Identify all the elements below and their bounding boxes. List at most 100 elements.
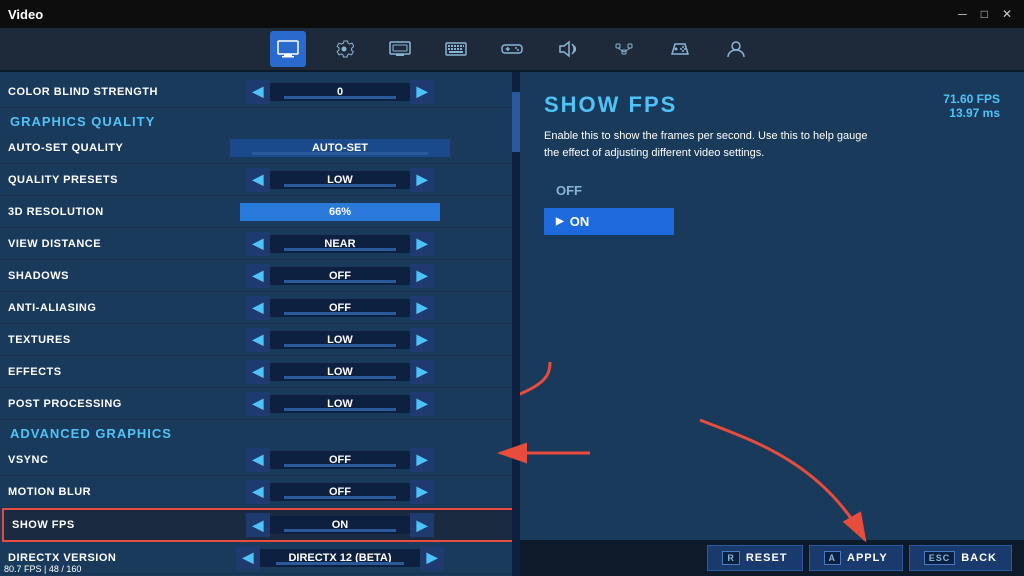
- value-auto-set[interactable]: AUTO-SET: [230, 139, 450, 157]
- arrow-left-view-distance[interactable]: ◀: [246, 232, 270, 256]
- arrow-left-motion-blur[interactable]: ◀: [246, 480, 270, 504]
- scrollbar[interactable]: [512, 72, 520, 576]
- back-label: BACK: [961, 552, 997, 564]
- value-vsync: OFF: [270, 451, 410, 469]
- arrow-left-quality-presets[interactable]: ◀: [246, 168, 270, 192]
- setting-control-view-distance: ◀ NEAR ▶: [168, 232, 512, 256]
- arrow-left-color-blind[interactable]: ◀: [246, 80, 270, 104]
- arrow-left-vsync[interactable]: ◀: [246, 448, 270, 472]
- arrow-left-directx[interactable]: ◀: [236, 546, 260, 570]
- setting-control-motion-blur: ◀ OFF ▶: [168, 480, 512, 504]
- value-shadows: OFF: [270, 267, 410, 285]
- back-button[interactable]: ESC BACK: [909, 545, 1012, 571]
- arrow-left-effects[interactable]: ◀: [246, 360, 270, 384]
- setting-label-3d-resolution: 3D RESOLUTION: [8, 206, 168, 218]
- arrow-left-shadows[interactable]: ◀: [246, 264, 270, 288]
- arrow-left-post-processing[interactable]: ◀: [246, 392, 270, 416]
- value-anti-aliasing: OFF: [270, 299, 410, 317]
- setting-control-3d-resolution: 66%: [168, 203, 512, 221]
- fps-value: 71.60 FPS: [943, 92, 1000, 106]
- setting-control-effects: ◀ LOW ▶: [168, 360, 512, 384]
- nav-display[interactable]: [382, 31, 418, 67]
- nav-network[interactable]: [606, 31, 642, 67]
- value-color-blind: 0: [270, 83, 410, 101]
- nav-bar: [0, 28, 1024, 72]
- arrow-right-effects[interactable]: ▶: [410, 360, 434, 384]
- detail-panel: SHOW FPS Enable this to show the frames …: [520, 72, 1024, 576]
- setting-label-auto-set: AUTO-SET QUALITY: [8, 142, 168, 154]
- arrow-right-textures[interactable]: ▶: [410, 328, 434, 352]
- nav-gamepad[interactable]: [494, 31, 530, 67]
- setting-control-show-fps: ◀ ON ▶: [172, 513, 508, 537]
- setting-auto-set-quality: AUTO-SET QUALITY AUTO-SET: [0, 132, 520, 164]
- setting-motion-blur: MOTION BLUR ◀ OFF ▶: [0, 476, 520, 508]
- setting-label-view-distance: VIEW DISTANCE: [8, 238, 168, 250]
- setting-shadows: SHADOWS ◀ OFF ▶: [0, 260, 520, 292]
- section-header-advanced-graphics: ADVANCED GRAPHICS: [0, 420, 520, 444]
- value-post-processing: LOW: [270, 395, 410, 413]
- nav-audio[interactable]: [550, 31, 586, 67]
- arrow-right-anti-aliasing[interactable]: ▶: [410, 296, 434, 320]
- setting-label-directx: DIRECTX VERSION: [8, 552, 168, 564]
- section-header-graphics-quality: GRAPHICS QUALITY: [0, 108, 520, 132]
- main-content: COLOR BLIND STRENGTH ◀ 0 ▶ GRAPHICS QUAL…: [0, 72, 1024, 576]
- setting-control-directx: ◀ DIRECTX 12 (BETA) ▶: [168, 546, 512, 570]
- arrow-left-anti-aliasing[interactable]: ◀: [246, 296, 270, 320]
- arrow-right-vsync[interactable]: ▶: [410, 448, 434, 472]
- apply-key: A: [824, 551, 842, 565]
- setting-control-vsync: ◀ OFF ▶: [168, 448, 512, 472]
- value-show-fps: ON: [270, 516, 410, 534]
- back-key: ESC: [924, 551, 956, 565]
- nav-monitor[interactable]: [270, 31, 306, 67]
- value-view-distance: NEAR: [270, 235, 410, 253]
- fps-stats: 71.60 FPS 13.97 ms: [943, 92, 1000, 120]
- apply-label: APPLY: [847, 552, 888, 564]
- nav-user[interactable]: [718, 31, 754, 67]
- setting-anti-aliasing: ANTI-ALIASING ◀ OFF ▶: [0, 292, 520, 324]
- setting-label-shadows: SHADOWS: [8, 270, 168, 282]
- nav-keyboard[interactable]: [438, 31, 474, 67]
- title-bar: Video ─ □ ✕: [0, 0, 1024, 28]
- reset-button[interactable]: R RESET: [707, 545, 802, 571]
- option-on[interactable]: ON: [544, 208, 674, 235]
- window-title: Video: [8, 7, 43, 22]
- setting-3d-resolution: 3D RESOLUTION 66%: [0, 196, 520, 228]
- setting-label-post-processing: POST PROCESSING: [8, 398, 168, 410]
- scroll-thumb[interactable]: [512, 92, 520, 152]
- setting-label-motion-blur: MOTION BLUR: [8, 486, 168, 498]
- setting-control-shadows: ◀ OFF ▶: [168, 264, 512, 288]
- arrow-right-show-fps[interactable]: ▶: [410, 513, 434, 537]
- setting-color-blind-strength: COLOR BLIND STRENGTH ◀ 0 ▶: [0, 76, 520, 108]
- arrow-right-color-blind[interactable]: ▶: [410, 80, 434, 104]
- window-controls[interactable]: ─ □ ✕: [954, 7, 1016, 21]
- option-off[interactable]: OFF: [544, 177, 1000, 204]
- arrow-right-quality-presets[interactable]: ▶: [410, 168, 434, 192]
- nav-controller[interactable]: [662, 31, 698, 67]
- arrow-right-directx[interactable]: ▶: [420, 546, 444, 570]
- fps-counter: 80.7 FPS | 48 / 160: [4, 564, 81, 574]
- apply-button[interactable]: A APPLY: [809, 545, 903, 571]
- arrow-right-post-processing[interactable]: ▶: [410, 392, 434, 416]
- setting-textures: TEXTURES ◀ LOW ▶: [0, 324, 520, 356]
- arrow-left-show-fps[interactable]: ◀: [246, 513, 270, 537]
- setting-label-effects: EFFECTS: [8, 366, 168, 378]
- nav-gear[interactable]: [326, 31, 362, 67]
- setting-quality-presets: QUALITY PRESETS ◀ LOW ▶: [0, 164, 520, 196]
- maximize-button[interactable]: □: [977, 7, 992, 21]
- arrow-right-shadows[interactable]: ▶: [410, 264, 434, 288]
- bottom-action-bar: R RESET A APPLY ESC BACK: [520, 540, 1024, 576]
- arrow-left-textures[interactable]: ◀: [246, 328, 270, 352]
- setting-label-color-blind: COLOR BLIND STRENGTH: [8, 86, 168, 98]
- arrow-right-motion-blur[interactable]: ▶: [410, 480, 434, 504]
- setting-label-vsync: VSYNC: [8, 454, 168, 466]
- close-button[interactable]: ✕: [998, 7, 1016, 21]
- value-textures: LOW: [270, 331, 410, 349]
- arrow-right-view-distance[interactable]: ▶: [410, 232, 434, 256]
- value-quality-presets: LOW: [270, 171, 410, 189]
- detail-description: Enable this to show the frames per secon…: [544, 128, 884, 161]
- setting-label-quality-presets: QUALITY PRESETS: [8, 174, 168, 186]
- setting-vsync: VSYNC ◀ OFF ▶: [0, 444, 520, 476]
- value-directx: DIRECTX 12 (BETA): [260, 549, 420, 567]
- minimize-button[interactable]: ─: [954, 7, 971, 21]
- setting-show-fps: SHOW FPS ◀ ON ▶: [2, 508, 518, 542]
